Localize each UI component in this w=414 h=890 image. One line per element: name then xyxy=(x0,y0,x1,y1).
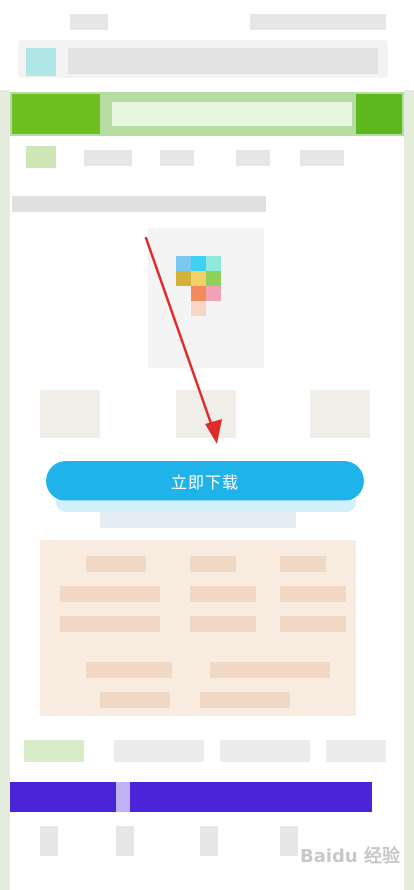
promo-line xyxy=(100,692,170,708)
breadcrumb-blurred xyxy=(12,196,266,212)
footer-item xyxy=(40,826,58,856)
download-button-shadow xyxy=(56,500,356,512)
stat-downloads-blurred xyxy=(176,390,236,438)
promo-line xyxy=(190,616,256,632)
baidu-watermark: Baidu 经验 xyxy=(299,846,400,867)
footer-item xyxy=(200,826,218,856)
tab-item-2[interactable] xyxy=(114,740,204,762)
app-icon xyxy=(176,256,236,328)
promo-line xyxy=(190,556,236,572)
site-search-button[interactable] xyxy=(356,94,402,134)
tab-item-3[interactable] xyxy=(220,740,310,762)
download-note-blurred xyxy=(100,512,296,528)
promo-line xyxy=(280,586,346,602)
footer-item xyxy=(280,826,298,856)
site-favicon-icon xyxy=(26,48,56,76)
promo-line xyxy=(210,662,330,678)
left-frame-strip xyxy=(0,90,10,890)
nav-item-3[interactable] xyxy=(236,150,270,166)
status-time-blurred xyxy=(70,14,108,30)
address-bar-text-blurred xyxy=(68,48,378,74)
site-logo[interactable] xyxy=(12,94,100,134)
stat-rating-blurred xyxy=(40,390,100,438)
nav-item-1[interactable] xyxy=(84,150,132,166)
home-icon[interactable] xyxy=(26,146,56,168)
promo-line xyxy=(200,692,290,708)
right-frame-strip xyxy=(404,90,414,890)
stat-size-blurred xyxy=(310,390,370,438)
promo-line xyxy=(280,616,346,632)
nav-item-2[interactable] xyxy=(160,150,194,166)
banner-divider xyxy=(116,782,130,812)
footer-item xyxy=(116,826,134,856)
site-search-input[interactable] xyxy=(112,102,352,126)
promo-line xyxy=(280,556,326,572)
tab-item-4[interactable] xyxy=(326,740,386,762)
promo-line xyxy=(86,662,172,678)
nav-item-4[interactable] xyxy=(300,150,344,166)
promo-line xyxy=(86,556,146,572)
promo-line xyxy=(190,586,256,602)
promo-line xyxy=(60,616,160,632)
tab-intro[interactable] xyxy=(24,740,84,762)
download-now-button[interactable]: 立即下载 xyxy=(46,461,364,501)
status-icons-blurred xyxy=(250,14,386,30)
promo-banner[interactable] xyxy=(10,782,372,812)
promo-line xyxy=(60,586,160,602)
